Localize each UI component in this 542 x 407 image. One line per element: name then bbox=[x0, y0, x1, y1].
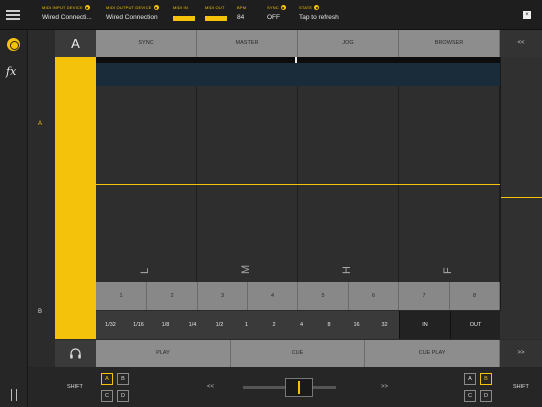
info-icon bbox=[280, 5, 286, 10]
headphone-button[interactable] bbox=[55, 340, 96, 367]
loop-button[interactable]: 1 bbox=[233, 311, 260, 339]
cue-button-1[interactable]: 1 bbox=[96, 282, 147, 310]
cue-button-5[interactable]: 5 bbox=[298, 282, 349, 310]
cue-play-button[interactable]: CUE PLAY bbox=[365, 340, 500, 367]
state-value: Tap to refresh bbox=[299, 14, 339, 21]
loop-button[interactable]: 16 bbox=[343, 311, 370, 339]
loop-button[interactable]: 1/32 bbox=[96, 311, 125, 339]
menu-icon[interactable] bbox=[6, 10, 20, 20]
cue-button-4[interactable]: 4 bbox=[248, 282, 298, 310]
deck-select-c[interactable]: C bbox=[101, 390, 113, 402]
cue-button[interactable]: CUE bbox=[231, 340, 365, 367]
lane-label: L bbox=[139, 267, 151, 274]
midi-in-label: MIDI IN bbox=[173, 5, 188, 10]
midi-out-label: MIDI OUT bbox=[205, 5, 225, 10]
deck-select-a[interactable]: A bbox=[464, 373, 476, 385]
loop-button[interactable]: 2 bbox=[260, 311, 288, 339]
loop-button[interactable]: 4 bbox=[288, 311, 315, 339]
info-icon bbox=[314, 5, 320, 10]
collapse-button[interactable]: << bbox=[500, 30, 542, 57]
prev-button[interactable]: << bbox=[207, 384, 214, 390]
loop-button[interactable]: 1/2 bbox=[206, 311, 233, 339]
midi-in-meter bbox=[173, 16, 195, 21]
expand-button[interactable]: >> bbox=[500, 340, 542, 367]
headphone-icon bbox=[70, 348, 81, 359]
cue-button-6[interactable]: 6 bbox=[349, 282, 399, 310]
midi-output-status[interactable]: MIDI OUTPUT DEVICE Wired Connection bbox=[106, 5, 159, 21]
sync-value: OFF bbox=[267, 14, 280, 21]
midi-input-value: Wired Connecti... bbox=[42, 14, 92, 21]
shift-button-left[interactable]: SHIFT bbox=[67, 384, 83, 390]
cue-button-7[interactable]: 7 bbox=[399, 282, 450, 310]
loop-in-button[interactable]: IN bbox=[399, 311, 450, 339]
cue-button-3[interactable]: 3 bbox=[198, 282, 248, 310]
mixer-icon[interactable] bbox=[11, 389, 17, 401]
deck-select-a[interactable]: A bbox=[101, 373, 113, 385]
midi-input-label: MIDI INPUT DEVICE bbox=[42, 5, 83, 10]
deck-b-marker: B bbox=[38, 309, 43, 315]
bpm-label: BPM bbox=[237, 5, 247, 10]
right-panel-lower bbox=[500, 311, 542, 339]
loop-button[interactable]: 32 bbox=[370, 311, 399, 339]
info-icon bbox=[84, 5, 90, 10]
tab-jog[interactable]: JOG bbox=[298, 30, 399, 57]
lane-label: H bbox=[341, 266, 353, 274]
midi-output-value: Wired Connection bbox=[106, 14, 158, 21]
cue-button-2[interactable]: 2 bbox=[147, 282, 198, 310]
state-status[interactable]: STATE Tap to refresh bbox=[299, 5, 339, 21]
waveform-area[interactable]: L M H F bbox=[96, 57, 500, 282]
left-rail: fx bbox=[0, 30, 28, 407]
bpm-status: BPM 84 bbox=[237, 5, 246, 21]
loop-out-button[interactable]: OUT bbox=[450, 311, 500, 339]
deck-select-d[interactable]: D bbox=[480, 390, 492, 402]
next-button[interactable]: >> bbox=[381, 384, 388, 390]
state-label: STATE bbox=[299, 5, 313, 10]
midi-in-status: MIDI IN bbox=[173, 5, 195, 21]
loop-button[interactable]: 1/8 bbox=[152, 311, 179, 339]
waveform[interactable] bbox=[96, 63, 500, 86]
midi-out-status: MIDI OUT bbox=[205, 5, 227, 21]
deck-select-b[interactable]: B bbox=[480, 373, 492, 385]
loop-button[interactable]: 1/4 bbox=[179, 311, 206, 339]
right-panel[interactable] bbox=[500, 57, 542, 339]
lane-label: M bbox=[240, 264, 252, 274]
deck-select-d[interactable]: D bbox=[117, 390, 129, 402]
fx-icon[interactable]: fx bbox=[6, 65, 16, 78]
sync-label: SYNC bbox=[267, 5, 279, 10]
sync-status[interactable]: SYNC OFF bbox=[267, 5, 286, 21]
deck-select-b[interactable]: B bbox=[117, 373, 129, 385]
level-line bbox=[96, 184, 500, 185]
level-line bbox=[501, 197, 542, 198]
loop-button[interactable]: 1/16 bbox=[125, 311, 152, 339]
midi-out-meter bbox=[205, 16, 227, 21]
midi-input-status[interactable]: MIDI INPUT DEVICE Wired Connecti... bbox=[42, 5, 92, 21]
deck-a-marker: A bbox=[38, 121, 43, 127]
deck-select-c[interactable]: C bbox=[464, 390, 476, 402]
crossfader-handle[interactable] bbox=[285, 378, 313, 397]
status-bar: MIDI INPUT DEVICE Wired Connecti... MIDI… bbox=[0, 0, 542, 30]
deck-volume-strip[interactable] bbox=[55, 57, 96, 339]
close-icon[interactable]: × bbox=[523, 11, 531, 19]
play-button[interactable]: PLAY bbox=[96, 340, 231, 367]
tab-master[interactable]: MASTER bbox=[197, 30, 298, 57]
tab-sync[interactable]: SYNC bbox=[96, 30, 197, 57]
midi-output-label: MIDI OUTPUT DEVICE bbox=[106, 5, 152, 10]
tab-browser[interactable]: BROWSER bbox=[399, 30, 500, 57]
disc-icon[interactable] bbox=[7, 38, 20, 51]
shift-button-right[interactable]: SHIFT bbox=[513, 384, 529, 390]
loop-button[interactable]: 8 bbox=[315, 311, 343, 339]
bpm-value: 84 bbox=[237, 14, 245, 21]
deck-label[interactable]: A bbox=[55, 30, 96, 57]
lane-label: F bbox=[442, 267, 454, 274]
info-icon bbox=[153, 5, 159, 10]
cue-button-8[interactable]: 8 bbox=[450, 282, 500, 310]
